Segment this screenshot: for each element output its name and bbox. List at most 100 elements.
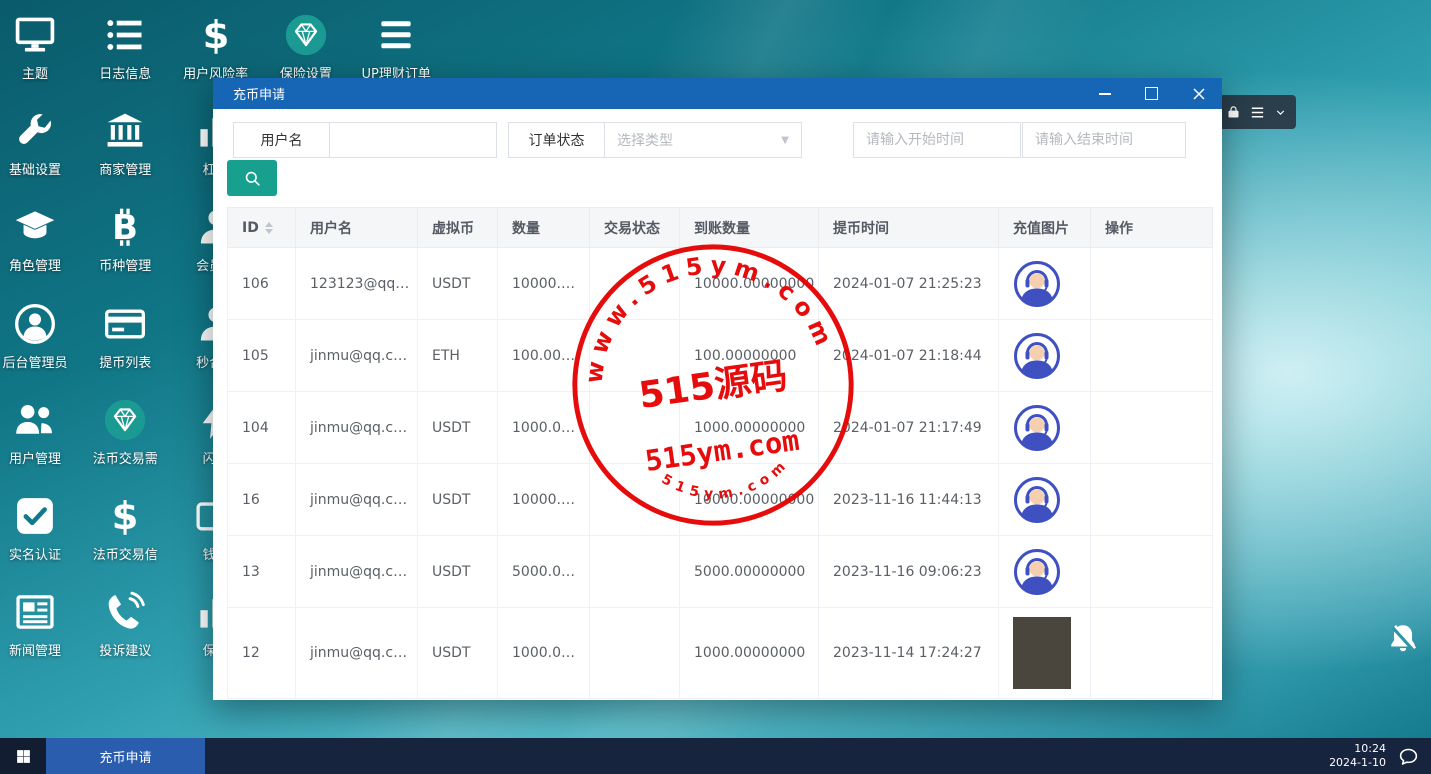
cell-time: 2023-11-14 17:24:27	[818, 607, 999, 699]
desktop-icon-label: 主题	[21, 67, 48, 82]
cell-received: 10000.00000000	[679, 463, 819, 536]
desktop-icon-label: 实名认证	[8, 548, 61, 563]
customer-service-avatar[interactable]	[1013, 260, 1061, 308]
customer-service-avatar[interactable]	[1013, 476, 1061, 524]
cell-id: 105	[227, 319, 296, 392]
desktop-icon-label: 法币交易需	[92, 451, 158, 467]
cell-amount: 5000.0…	[497, 535, 590, 608]
window-titlebar[interactable]: 充币申请	[213, 78, 1222, 109]
clock-date: 2024-1-10	[1329, 756, 1386, 769]
maximize-icon[interactable]	[1128, 78, 1175, 109]
desktop-icon-label: 日志信息	[99, 67, 152, 82]
cell-username: jinmu@qq.c…	[295, 535, 418, 608]
close-icon[interactable]	[1175, 78, 1222, 109]
cell-username: 123123@qq…	[295, 247, 418, 320]
desktop-icon-fiat-trade-info[interactable]: $ 法币交易信	[80, 487, 170, 587]
desktop-icon-label: 法币交易信	[92, 548, 158, 563]
cell-coin: ETH	[417, 319, 498, 392]
search-icon	[243, 169, 262, 188]
dollar-icon: $	[193, 12, 239, 58]
desktop-icon-withdraw-list[interactable]: 提币列表	[80, 295, 170, 395]
table-row: 106 123123@qq… USDT 10000.… 10000.00000000 20…	[227, 247, 1213, 320]
recharge-table: ID 用户名 虚拟币 数量 交易状态 到账数量 提币时间 充值图片 操作 106 123123@q…	[227, 207, 1213, 699]
cell-coin: USDT	[417, 391, 498, 464]
column-header-actions: 操作	[1090, 207, 1213, 248]
dollar-icon: $	[102, 493, 148, 539]
desktop-icon-label: 商家管理	[99, 163, 152, 179]
cell-id: 106	[227, 247, 296, 320]
cell-received: 100.00000000	[679, 319, 819, 392]
column-header-amount: 数量	[497, 207, 590, 248]
start-button[interactable]	[0, 738, 46, 774]
username-input[interactable]	[329, 122, 497, 158]
window-title: 充币申请	[233, 88, 286, 103]
taskbar: 充币申请 10:24 2024-1-10	[0, 738, 1431, 774]
table-row: 105 jinmu@qq.c… ETH 100.00… 100.00000000 2024…	[227, 319, 1213, 392]
customer-service-avatar[interactable]	[1013, 332, 1061, 380]
cell-coin: USDT	[417, 247, 498, 320]
check-icon	[12, 493, 58, 539]
windows-logo-icon	[15, 748, 32, 765]
cell-amount: 1000.0…	[497, 391, 590, 464]
diamond-icon	[102, 397, 148, 443]
desktop-icon-basic-settings[interactable]: 基础设置	[0, 102, 80, 202]
sort-arrows-icon[interactable]	[264, 221, 273, 234]
svg-text:$: $	[112, 494, 139, 538]
app-icon[interactable]	[1226, 105, 1241, 120]
cell-amount: 10000.…	[497, 463, 590, 536]
cell-time: 2024-01-07 21:25:23	[818, 247, 999, 320]
cell-coin: USDT	[417, 535, 498, 608]
column-header-time: 提币时间	[818, 207, 999, 248]
desktop-icon-user-mgmt[interactable]: 用户管理	[0, 391, 80, 491]
cell-received: 5000.00000000	[679, 535, 819, 608]
cell-image	[998, 607, 1091, 699]
desktop-icon-theme[interactable]: 主题	[0, 6, 80, 106]
end-time-input[interactable]	[1022, 122, 1186, 158]
card-icon	[102, 301, 148, 347]
admin-icon	[12, 301, 58, 347]
customer-service-avatar[interactable]	[1013, 404, 1061, 452]
desktop-icon-merchant-mgmt[interactable]: 商家管理	[80, 102, 170, 202]
column-header-id[interactable]: ID	[227, 207, 296, 248]
menu-icon	[373, 12, 419, 58]
desktop-icon-label: 用户管理	[8, 451, 61, 467]
minimize-icon[interactable]	[1081, 78, 1128, 109]
cell-image	[998, 463, 1091, 536]
taskbar-clock[interactable]: 10:24 2024-1-10	[1329, 742, 1386, 770]
desktop-icon-backend-admin[interactable]: 后台管理员	[0, 295, 80, 395]
search-button[interactable]	[227, 160, 277, 196]
desktop-icon-news-mgmt[interactable]: 新闻管理	[0, 583, 80, 683]
chat-bubble-icon[interactable]	[1398, 746, 1419, 767]
chevron-down-icon[interactable]	[1274, 106, 1287, 119]
bank-icon	[102, 108, 148, 154]
table-row: 13 jinmu@qq.c… USDT 5000.0… 5000.00000000 202…	[227, 535, 1213, 608]
desktop-icon-coin-mgmt[interactable]: B 币种管理	[80, 198, 170, 298]
table-header-row: ID 用户名 虚拟币 数量 交易状态 到账数量 提币时间 充值图片 操作	[227, 207, 1213, 248]
cell-received: 1000.00000000	[679, 607, 819, 699]
column-header-coin: 虚拟币	[417, 207, 498, 248]
recharge-photo[interactable]	[1013, 617, 1071, 689]
cell-amount: 10000.…	[497, 247, 590, 320]
order-type-select[interactable]: 选择类型 ▼	[604, 122, 802, 158]
cell-status	[589, 535, 680, 608]
cap-icon	[12, 204, 58, 250]
cell-image	[998, 247, 1091, 320]
cell-id: 13	[227, 535, 296, 608]
notification-muted-icon[interactable]	[1386, 621, 1420, 659]
desktop-icon-role-mgmt[interactable]: 角色管理	[0, 198, 80, 298]
cell-username: jinmu@qq.c…	[295, 319, 418, 392]
desktop-icon-log-info[interactable]: 日志信息	[80, 6, 170, 106]
desktop-icon-real-name-auth[interactable]: 实名认证	[0, 487, 80, 587]
cell-id: 12	[227, 607, 296, 699]
taskbar-item-recharge[interactable]: 充币申请	[46, 738, 205, 774]
username-filter-label: 用户名	[233, 122, 330, 158]
cell-coin: USDT	[417, 607, 498, 699]
cell-time: 2023-11-16 11:44:13	[818, 463, 999, 536]
start-time-input[interactable]	[853, 122, 1021, 158]
desktop-icon-complaint[interactable]: 投诉建议	[80, 583, 170, 683]
desktop-icon-fiat-trade-demand[interactable]: 法币交易需	[80, 391, 170, 491]
customer-service-avatar[interactable]	[1013, 548, 1061, 596]
window-controls	[1081, 78, 1222, 109]
hamburger-menu-icon[interactable]	[1249, 104, 1266, 121]
column-header-status: 交易状态	[589, 207, 680, 248]
